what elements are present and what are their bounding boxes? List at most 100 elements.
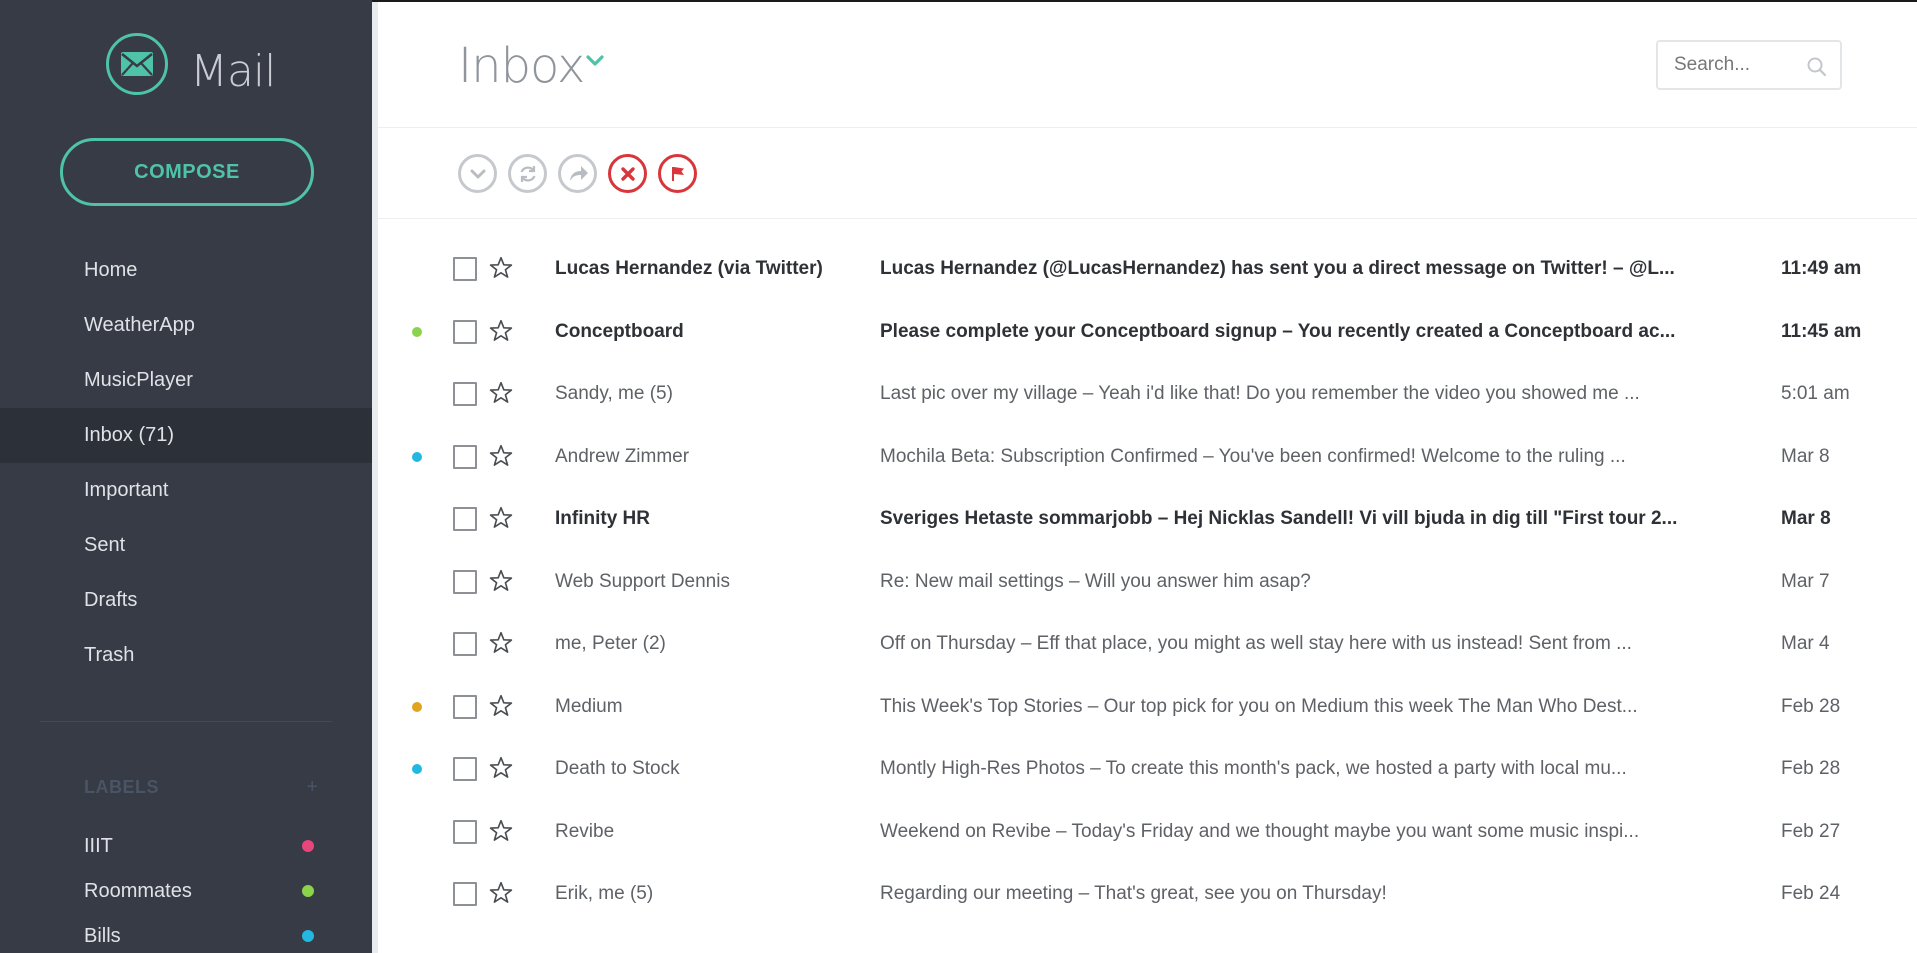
label-color-dot [302,930,314,942]
add-label-button[interactable]: + [306,776,318,799]
mail-app: Mail COMPOSE Home WeatherApp MusicPlayer In… [0,0,1917,953]
forward-button[interactable] [558,154,597,193]
header: Inbox [378,2,1917,128]
star-icon[interactable] [488,755,514,781]
email-subject: Lucas Hernandez (@LucasHernandez) has se… [880,258,1675,279]
category-dot [412,764,422,774]
email-row[interactable]: Lucas Hernandez (via Twitter) Lucas Herna… [378,243,1917,295]
brand[interactable]: Mail [106,32,276,97]
label-name: Roommates [84,879,192,902]
email-subject: Montly High-Res Photos – To create this … [880,758,1627,779]
envelope-logo-icon [106,33,168,95]
sidebar-nav: Home WeatherApp MusicPlayer Inbox (71) Impor… [0,243,372,683]
email-checkbox[interactable] [453,819,477,844]
label-item-bills[interactable]: Bills [84,916,314,953]
sidebar-item-drafts[interactable]: Drafts [0,573,372,628]
email-subject: This Week's Top Stories – Our top pick f… [880,695,1638,717]
email-sender: Sandy, me (5) [555,383,673,404]
email-sender: Medium [555,695,623,717]
email-time: Feb 28 [1781,695,1841,717]
email-checkbox[interactable] [453,569,477,594]
labels-title: LABELS [84,777,159,797]
email-checkbox[interactable] [453,757,477,781]
search-icon[interactable] [1806,56,1828,83]
email-row[interactable]: Death to Stock Montly High-Res Photos – T… [378,743,1917,795]
brand-name: Mail [190,45,276,97]
email-sender: Infinity HR [555,508,650,529]
flag-icon [669,165,687,183]
sidebar-item-musicplayer[interactable]: MusicPlayer [0,353,372,408]
star-icon[interactable] [488,443,514,469]
email-row[interactable]: Revibe Weekend on Revibe – Today's Friday… [378,806,1917,858]
star-icon[interactable] [488,630,514,656]
sidebar-item-trash[interactable]: Trash [0,628,372,683]
email-checkbox[interactable] [453,632,477,656]
email-sender: Lucas Hernandez (via Twitter) [555,258,823,279]
label-item-iiit[interactable]: IIIT [84,826,314,866]
chevron-down-icon[interactable] [586,54,604,73]
email-subject: Weekend on Revibe – Today's Friday and w… [880,820,1640,842]
email-row[interactable]: Conceptboard Please complete your Concept… [378,306,1917,358]
email-checkbox[interactable] [453,257,477,281]
email-checkbox[interactable] [453,507,477,531]
email-checkbox[interactable] [453,694,477,719]
email-time: Feb 24 [1781,883,1841,904]
email-subject: Sveriges Hetaste sommarjobb – Hej Nickla… [880,508,1678,529]
email-row[interactable]: me, Peter (2) Off on Thursday – Eff that … [378,618,1917,670]
email-checkbox[interactable] [453,444,477,469]
sidebar-item-important[interactable]: Important [0,463,372,518]
label-name: IIIT [84,834,113,857]
email-time: Mar 4 [1781,633,1830,654]
email-row[interactable]: Web Support Dennis Re: New mail settings … [378,556,1917,608]
email-sender: Revibe [555,820,615,842]
page-title: Inbox [458,38,585,94]
email-sender: Death to Stock [555,758,680,779]
email-subject: Off on Thursday – Eff that place, you mi… [880,633,1632,654]
flag-button[interactable] [658,154,697,193]
star-icon[interactable] [488,318,514,344]
sidebar-item-home[interactable]: Home [0,243,372,298]
label-item-roommates[interactable]: Roommates [84,871,314,911]
label-color-dot [302,840,314,852]
sidebar-divider [40,721,332,722]
email-row[interactable]: Erik, me (5) Regarding our meeting – That… [378,868,1917,920]
select-all-icon [469,167,487,181]
star-icon[interactable] [488,880,514,906]
email-sender: me, Peter (2) [555,633,666,654]
email-checkbox[interactable] [453,882,477,906]
star-icon[interactable] [488,505,514,531]
email-checkbox[interactable] [453,382,477,406]
category-dot [412,701,422,712]
email-row[interactable]: Sandy, me (5) Last pic over my village – … [378,368,1917,420]
label-color-dot [302,885,314,897]
main-panel: Inbox Lucas Hernandez (via Twitter)Lucas… [372,2,1917,953]
star-icon[interactable] [488,568,514,594]
email-subject: Regarding our meeting – That's great, se… [880,883,1387,904]
email-row[interactable]: Infinity HR Sveriges Hetaste sommarjobb –… [378,493,1917,545]
refresh-button[interactable] [508,154,547,193]
compose-button[interactable]: COMPOSE [60,138,314,206]
star-icon[interactable] [488,818,514,844]
email-row[interactable]: Andrew Zimmer Mochila Beta: Subscription … [378,431,1917,483]
email-sender: Andrew Zimmer [555,445,690,467]
email-row[interactable]: Medium This Week's Top Stories – Our top … [378,681,1917,733]
category-dot [412,326,422,337]
email-time: Feb 28 [1781,758,1841,779]
refresh-icon [517,163,539,185]
search-input[interactable] [1674,54,1802,76]
search-box [1656,40,1842,90]
star-icon[interactable] [488,380,514,406]
sidebar-item-inbox-71[interactable]: Inbox (71) [0,408,372,463]
star-icon[interactable] [488,693,514,719]
select-all-button[interactable] [458,154,497,193]
email-checkbox[interactable] [453,319,477,344]
sidebar-item-weatherapp[interactable]: WeatherApp [0,298,372,353]
email-time: Feb 27 [1781,820,1841,842]
forward-icon [567,164,589,184]
delete-button[interactable] [608,154,647,193]
star-icon[interactable] [488,255,514,281]
email-time: 11:49 am [1781,258,1862,279]
sidebar-item-sent[interactable]: Sent [0,518,372,573]
delete-icon [620,166,636,182]
label-name: Bills [84,924,121,947]
